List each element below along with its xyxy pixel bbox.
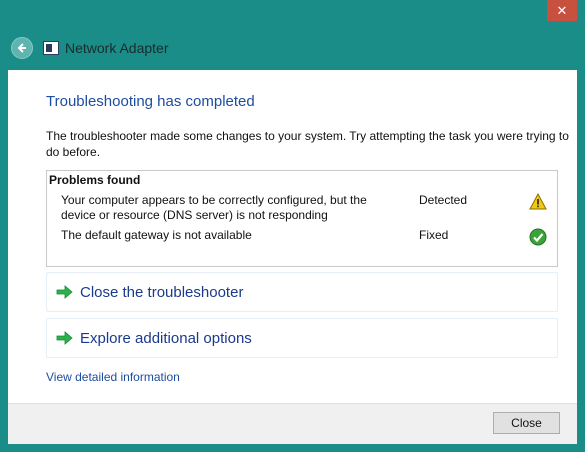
window-title: Network Adapter <box>65 40 169 56</box>
command-label: Close the troubleshooter <box>80 283 244 301</box>
back-button[interactable] <box>11 37 33 59</box>
window-close-button[interactable]: ✕ <box>547 0 577 21</box>
footer-bar: Close <box>8 403 577 444</box>
problem-status: Detected <box>419 193 468 207</box>
page-heading: Troubleshooting has completed <box>46 93 255 110</box>
close-icon: ✕ <box>556 2 568 18</box>
problems-title: Problems found <box>49 173 141 187</box>
back-arrow-icon <box>17 43 26 53</box>
command-label: Explore additional options <box>80 329 252 347</box>
checkmark-icon <box>529 228 547 246</box>
green-arrow-icon <box>56 331 73 345</box>
title-bar: Network Adapter <box>8 32 577 64</box>
explore-options-command[interactable]: Explore additional options <box>46 318 558 358</box>
page-description: The troubleshooter made some changes to … <box>46 129 569 159</box>
network-adapter-icon <box>43 41 59 55</box>
close-troubleshooter-command[interactable]: Close the troubleshooter <box>46 272 558 312</box>
close-button[interactable]: Close <box>493 412 560 434</box>
troubleshooter-window: ✕ Network Adapter Troubleshooting has co… <box>0 0 585 452</box>
problem-text: Your computer appears to be correctly co… <box>61 193 367 222</box>
view-detailed-information-link[interactable]: View detailed information <box>46 370 180 384</box>
green-arrow-icon <box>56 285 73 299</box>
warning-icon <box>529 193 547 210</box>
content-panel: Troubleshooting has completed The troubl… <box>8 70 577 403</box>
problems-found-box: Problems found Your computer appears to … <box>46 170 558 267</box>
problem-status: Fixed <box>419 228 449 242</box>
problem-text: The default gateway is not available <box>61 228 252 242</box>
